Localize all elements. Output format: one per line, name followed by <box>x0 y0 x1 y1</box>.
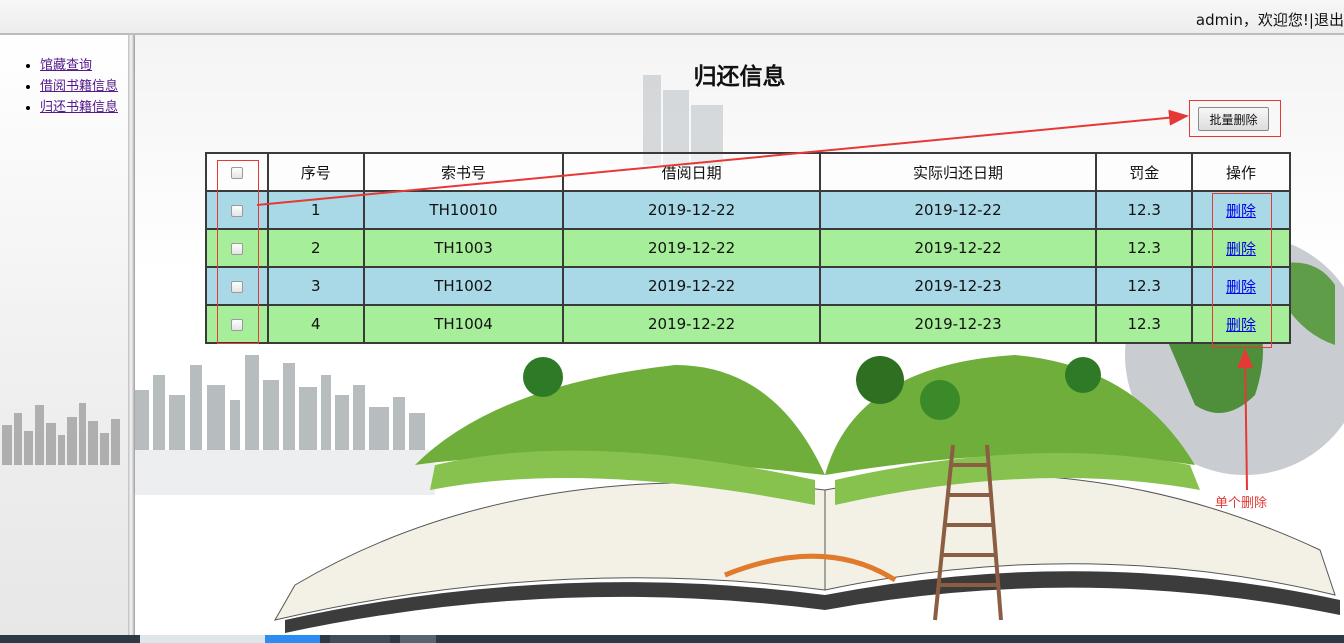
annotation-box-delete-links <box>1212 193 1272 348</box>
nav-link-returned-books[interactable]: 归还书籍信息 <box>40 100 118 115</box>
cell-borrow-date: 2019-12-22 <box>562 304 821 344</box>
cell-return-date: 2019-12-22 <box>818 228 1098 268</box>
cell-return-date: 2019-12-22 <box>818 190 1098 230</box>
cell-call-number: TH1003 <box>362 228 565 268</box>
cell-fine: 12.3 <box>1095 266 1194 306</box>
taskbar-item[interactable] <box>330 635 390 643</box>
cell-borrow-date: 2019-12-22 <box>562 266 821 306</box>
cell-call-number: TH10010 <box>362 190 565 230</box>
table-row: 2 TH1003 2019-12-22 2019-12-22 12.3 删除 <box>205 228 1291 268</box>
column-header-borrow-date: 借阅日期 <box>562 152 821 192</box>
column-header-action: 操作 <box>1191 152 1291 192</box>
table-row: 3 TH1002 2019-12-22 2019-12-23 12.3 删除 <box>205 266 1291 306</box>
annotation-box-checkboxes <box>217 160 259 344</box>
table-row: 1 TH10010 2019-12-22 2019-12-22 12.3 删除 <box>205 190 1291 230</box>
nav-item-collection-search: 馆藏查询 <box>40 55 128 76</box>
frame-divider[interactable] <box>128 35 135 635</box>
cell-call-number: TH1002 <box>362 266 565 306</box>
cell-borrow-date: 2019-12-22 <box>562 228 821 268</box>
cell-no: 4 <box>266 304 365 344</box>
nav-item-returned-books: 归还书籍信息 <box>40 97 128 118</box>
cell-borrow-date: 2019-12-22 <box>562 190 821 230</box>
logout-link[interactable]: 退出 <box>1314 11 1344 29</box>
taskbar-item[interactable] <box>400 635 436 643</box>
cell-no: 1 <box>266 190 365 230</box>
left-nav-frame: 馆藏查询 借阅书籍信息 归还书籍信息 <box>0 35 128 635</box>
user-info: admin，欢迎您!|退出 <box>1196 9 1344 30</box>
page-title: 归还信息 <box>693 64 786 90</box>
column-header-call-number: 索书号 <box>362 152 565 192</box>
table-row: 4 TH1004 2019-12-22 2019-12-23 12.3 删除 <box>205 304 1291 344</box>
cell-return-date: 2019-12-23 <box>818 266 1098 306</box>
column-header-no: 序号 <box>266 152 365 192</box>
cell-fine: 12.3 <box>1095 304 1194 344</box>
taskbar <box>0 635 1344 643</box>
top-frame: admin，欢迎您!|退出 <box>0 0 1344 35</box>
column-header-return-date: 实际归还日期 <box>818 152 1098 192</box>
return-info-table: 序号 索书号 借阅日期 实际归还日期 罚金 操作 1 TH10010 2019-… <box>205 152 1291 344</box>
nav-list: 馆藏查询 借阅书籍信息 归还书籍信息 <box>0 55 128 118</box>
cell-fine: 12.3 <box>1095 228 1194 268</box>
annotation-box-batch-delete <box>1189 100 1281 137</box>
main-content-frame: 归还信息 批量删除 序号 索书号 借阅日期 实际归还日期 罚金 操作 1 TH1… <box>135 35 1344 635</box>
cell-fine: 12.3 <box>1095 190 1194 230</box>
table-header-row: 序号 索书号 借阅日期 实际归还日期 罚金 操作 <box>205 152 1291 192</box>
nav-link-borrowed-books[interactable]: 借阅书籍信息 <box>40 79 118 94</box>
cell-no: 3 <box>266 266 365 306</box>
cell-no: 2 <box>266 228 365 268</box>
city-skyline-image <box>2 403 120 465</box>
username: admin <box>1195 11 1243 29</box>
column-header-fine: 罚金 <box>1095 152 1194 192</box>
taskbar-item[interactable] <box>140 635 265 643</box>
welcome-text: ，欢迎您! <box>1242 11 1309 29</box>
nav-link-collection-search[interactable]: 馆藏查询 <box>40 58 92 73</box>
cell-call-number: TH1004 <box>362 304 565 344</box>
cell-return-date: 2019-12-23 <box>818 304 1098 344</box>
nav-item-borrowed-books: 借阅书籍信息 <box>40 76 128 97</box>
taskbar-item[interactable] <box>265 635 320 643</box>
annotation-label-single-delete: 单个删除 <box>1215 496 1268 511</box>
